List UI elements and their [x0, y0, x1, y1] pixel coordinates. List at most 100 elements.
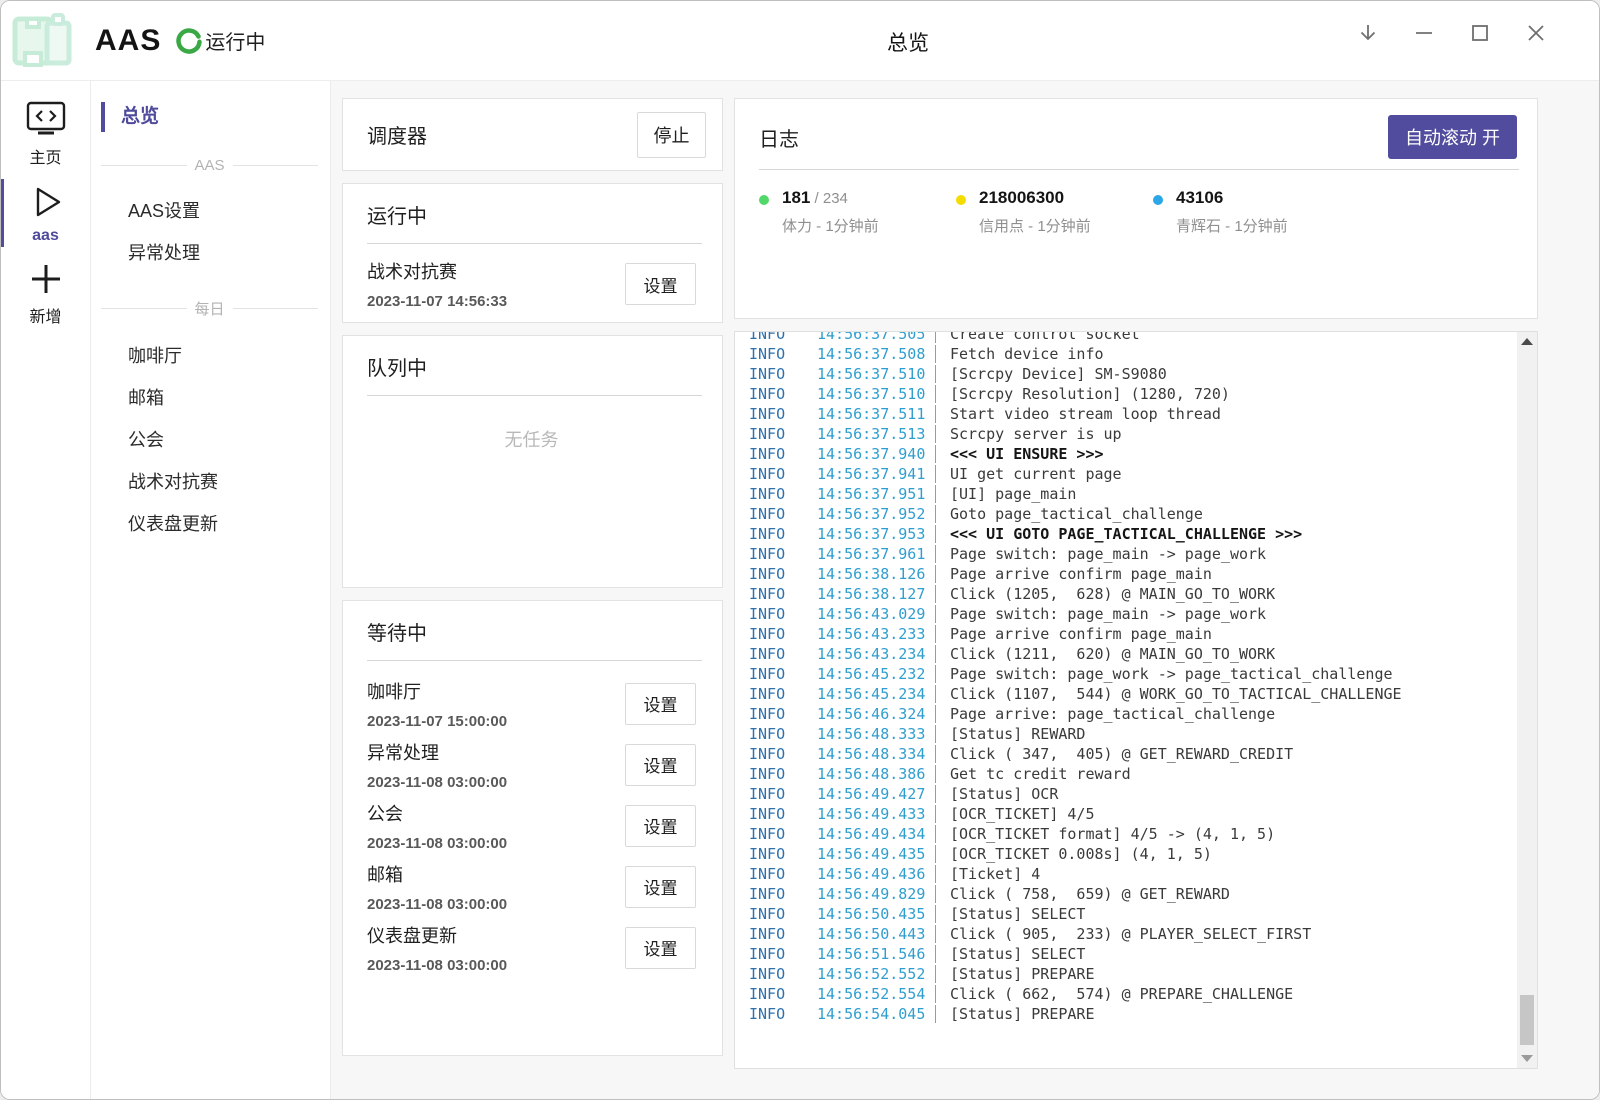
log-level: INFO — [735, 331, 817, 344]
sidebar-item[interactable]: 公会 — [91, 419, 330, 461]
log-stats: 181 / 234体力 - 1分钟前218006300信用点 - 1分钟前431… — [759, 170, 1517, 236]
log-level: INFO — [735, 424, 817, 444]
log-separator — [935, 331, 936, 343]
plus-icon — [27, 260, 65, 298]
sidebar-item[interactable]: 战术对抗赛 — [91, 461, 330, 503]
minimize-button[interactable] — [1412, 21, 1436, 45]
log-line: INFO14:56:43.234Click (1211, 620) @ MAIN… — [735, 644, 1537, 664]
waiting-task-list: 咖啡厅2023-11-07 15:00:00设置异常处理2023-11-08 0… — [367, 661, 696, 978]
waiting-task-row: 仪表盘更新 2023-11-08 03:00:00 设置 — [367, 917, 696, 978]
stat-label: 信用点 - 1分钟前 — [979, 215, 1091, 236]
task-time: 2023-11-07 15:00:00 — [367, 713, 507, 730]
log-lines: INFO14:56:37.505Create control socketINF… — [735, 331, 1537, 1024]
scroll-up-arrow-icon[interactable] — [1521, 338, 1533, 345]
log-level: INFO — [735, 344, 817, 364]
log-level: INFO — [735, 904, 817, 924]
log-separator — [935, 765, 936, 783]
stat-body: 218006300 信用点 - 1分钟前 — [979, 188, 1091, 236]
log-message: Goto page_tactical_challenge — [950, 504, 1203, 524]
log-level: INFO — [735, 604, 817, 624]
task-time: 2023-11-08 03:00:00 — [367, 835, 507, 852]
app-name: AAS — [95, 24, 161, 58]
log-level: INFO — [735, 384, 817, 404]
log-level: INFO — [735, 544, 817, 564]
maximize-button[interactable] — [1468, 21, 1492, 45]
stat-dot-icon — [956, 195, 966, 205]
stat-label: 青辉石 - 1分钟前 — [1176, 215, 1288, 236]
log-separator — [935, 805, 936, 823]
log-scrollbar[interactable] — [1517, 332, 1537, 1068]
down-arrow-icon — [1356, 21, 1380, 45]
log-message: Page arrive: page_tactical_challenge — [950, 704, 1275, 724]
task-time: 2023-11-08 03:00:00 — [367, 957, 507, 974]
sidebar-item[interactable]: 邮箱 — [91, 377, 330, 419]
task-info: 咖啡厅2023-11-07 15:00:00 — [367, 678, 507, 730]
task-name: 仪表盘更新 — [367, 922, 507, 948]
task-settings-button[interactable]: 设置 — [625, 263, 696, 305]
sidebar-section-label: AAS — [195, 157, 225, 174]
log-separator — [935, 725, 936, 743]
log-line: INFO14:56:45.234Click (1107, 544) @ WORK… — [735, 684, 1537, 704]
log-line: INFO14:56:49.434[OCR_TICKET format] 4/5 … — [735, 824, 1537, 844]
waiting-task-row: 异常处理2023-11-08 03:00:00 设置 — [367, 734, 696, 795]
log-line: INFO14:56:48.334Click ( 347, 405) @ GET_… — [735, 744, 1537, 764]
stop-button[interactable]: 停止 — [637, 112, 706, 158]
task-settings-button[interactable]: 设置 — [625, 805, 696, 847]
rail-item-aas[interactable]: aas — [1, 177, 90, 249]
log-time: 14:56:37.940 — [817, 444, 935, 464]
download-button[interactable] — [1356, 21, 1380, 45]
log-time: 14:56:45.232 — [817, 664, 935, 684]
scrollbar-thumb[interactable] — [1520, 995, 1534, 1045]
log-level: INFO — [735, 824, 817, 844]
log-level: INFO — [735, 404, 817, 424]
autoscroll-toggle-button[interactable]: 自动滚动 开 — [1388, 115, 1517, 159]
log-separator — [935, 625, 936, 643]
log-level: INFO — [735, 364, 817, 384]
divider-line — [233, 308, 319, 309]
log-separator — [935, 925, 936, 943]
log-separator — [935, 445, 936, 463]
log-output-panel[interactable]: INFO14:56:37.505Create control socketINF… — [734, 331, 1538, 1069]
log-time: 14:56:45.234 — [817, 684, 935, 704]
rail-item-label: 主页 — [29, 144, 61, 168]
log-separator — [935, 705, 936, 723]
task-info: 公会2023-11-08 03:00:00 — [367, 800, 507, 852]
icon-rail: 主页 aas 新增 — [1, 81, 91, 1099]
stat-dot-icon — [759, 195, 769, 205]
log-separator — [935, 785, 936, 803]
task-info: 异常处理2023-11-08 03:00:00 — [367, 739, 507, 791]
rail-item-new[interactable]: 新增 — [1, 257, 90, 329]
waiting-task-row: 公会2023-11-08 03:00:00 设置 — [367, 795, 696, 856]
log-line: INFO14:56:52.554Click ( 662, 574) @ PREP… — [735, 984, 1537, 1004]
stat-extra: / 234 — [810, 190, 848, 207]
sidebar-item[interactable]: 仪表盘更新 — [91, 503, 330, 545]
task-settings-button[interactable]: 设置 — [625, 927, 696, 969]
stat-value: 218006300 — [979, 188, 1091, 208]
log-level: INFO — [735, 744, 817, 764]
log-separator — [935, 645, 936, 663]
log-time: 14:56:37.510 — [817, 364, 935, 384]
log-message: Get tc credit reward — [950, 764, 1131, 784]
stat-value: 43106 — [1176, 188, 1288, 208]
log-line: INFO14:56:49.435[OCR_TICKET 0.008s] (4, … — [735, 844, 1537, 864]
sidebar-item-overview[interactable]: 总览 — [101, 101, 330, 133]
rail-item-home[interactable]: 主页 — [1, 97, 90, 169]
task-settings-button[interactable]: 设置 — [625, 683, 696, 725]
task-settings-button[interactable]: 设置 — [625, 866, 696, 908]
sidebar-item[interactable]: 咖啡厅 — [91, 335, 330, 377]
log-separator — [935, 825, 936, 843]
log-level: INFO — [735, 1004, 817, 1024]
sidebar-item[interactable]: AAS设置 — [91, 190, 330, 232]
sidebar-item[interactable]: 异常处理 — [91, 232, 330, 274]
log-level: INFO — [735, 484, 817, 504]
stat-label: 体力 - 1分钟前 — [782, 215, 879, 236]
minimize-icon — [1412, 21, 1436, 45]
log-line: INFO14:56:37.510[Scrcpy Device] SM-S9080 — [735, 364, 1537, 384]
log-time: 14:56:37.952 — [817, 504, 935, 524]
scroll-down-arrow-icon[interactable] — [1521, 1055, 1533, 1062]
log-time: 14:56:50.435 — [817, 904, 935, 924]
log-message: Click (1211, 620) @ MAIN_GO_TO_WORK — [950, 644, 1275, 664]
close-button[interactable] — [1524, 21, 1548, 45]
task-time: 2023-11-08 03:00:00 — [367, 896, 507, 913]
task-settings-button[interactable]: 设置 — [625, 744, 696, 786]
